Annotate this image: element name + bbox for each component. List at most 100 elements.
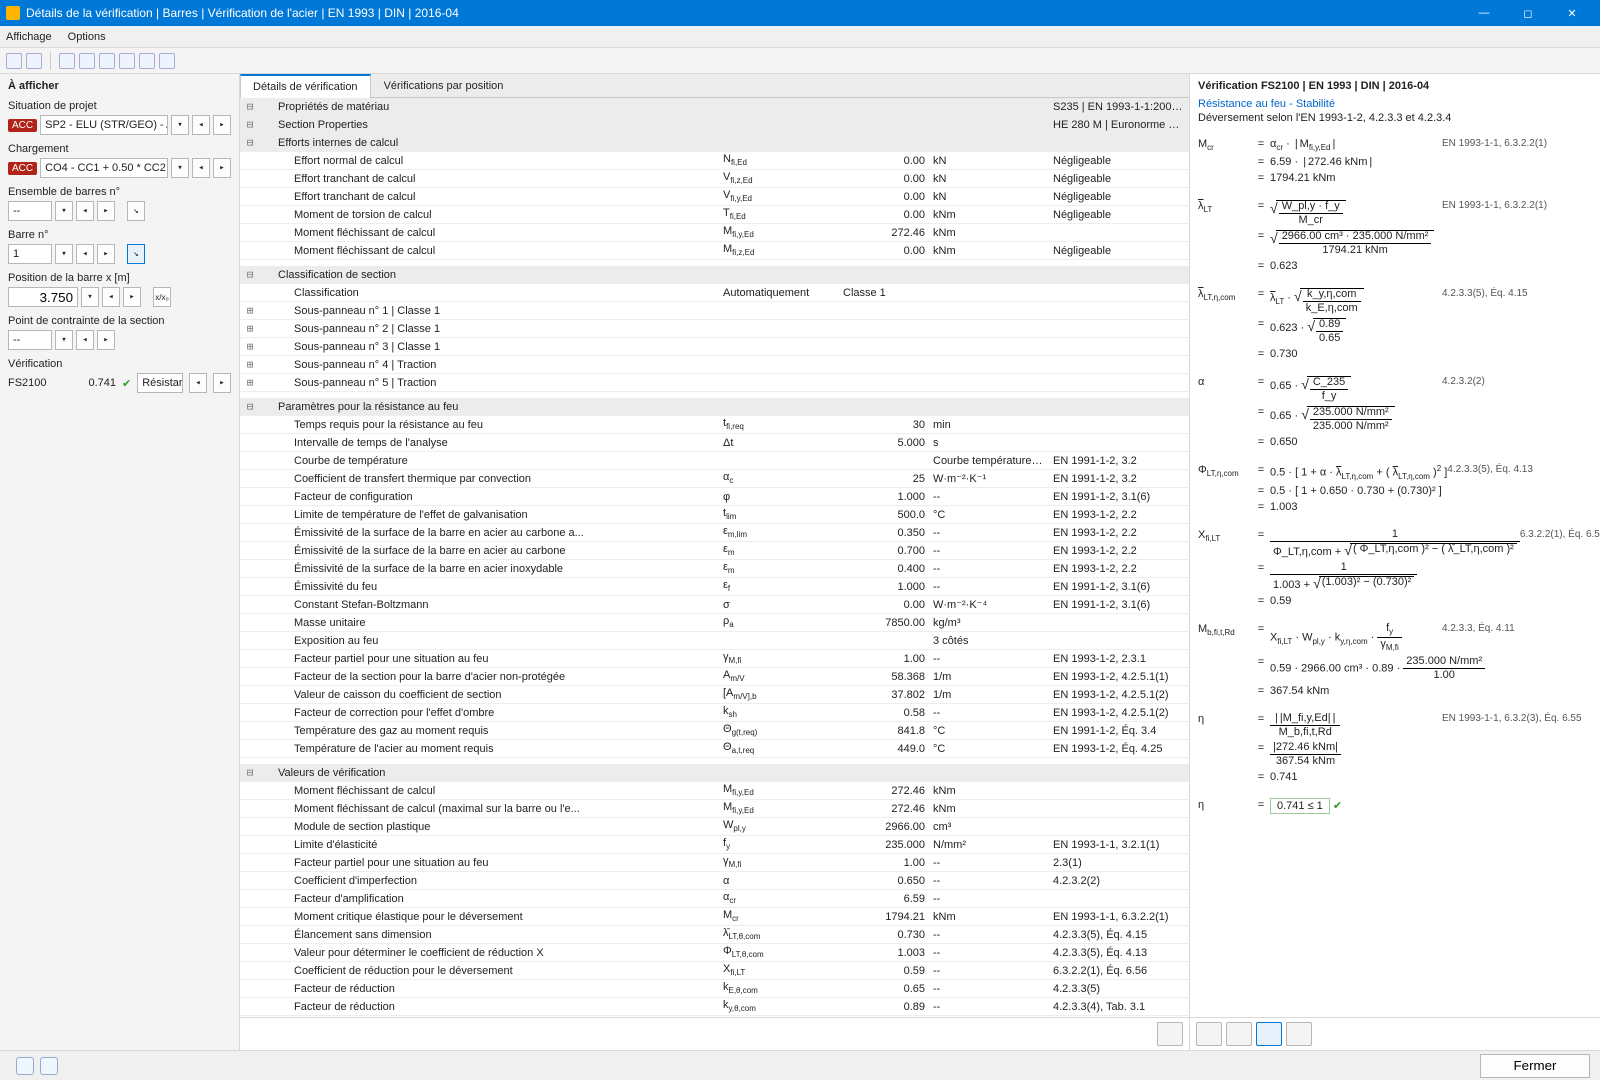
center-panel: Détails de vérification Vérifications pa… xyxy=(240,74,1190,1050)
row-ref: Négligeable xyxy=(1049,190,1189,204)
expander-icon[interactable]: ⊞ xyxy=(240,375,260,390)
pt-next[interactable]: ▸ xyxy=(97,330,115,350)
row-symbol: [Am/V],b xyxy=(719,686,839,702)
tool-icon-1[interactable] xyxy=(6,53,22,69)
ensemble-next[interactable]: ▸ xyxy=(97,201,115,221)
row-label: Sous-panneau n° 1 | Classe 1 xyxy=(260,304,1189,318)
ensemble-pick-icon[interactable]: ↘ xyxy=(127,201,145,221)
expander-icon[interactable]: ⊞ xyxy=(240,339,260,354)
row-ref: Négligeable xyxy=(1049,244,1189,258)
ensemble-label: Ensemble de barres n° xyxy=(8,186,231,198)
rp-icon-1[interactable] xyxy=(1196,1022,1222,1046)
row-symbol: εf xyxy=(719,578,839,594)
center-table[interactable]: ⊟Propriétés de matériauS235 | EN 1993-1-… xyxy=(240,98,1189,1017)
eq-rhs: 0.730 xyxy=(1270,348,1442,360)
expander-icon[interactable]: ⊞ xyxy=(240,357,260,372)
ensemble-prev[interactable]: ◂ xyxy=(76,201,94,221)
verif-code: FS2100 xyxy=(8,377,64,389)
pt-drop[interactable]: ▾ xyxy=(55,330,73,350)
tool-icon-3[interactable] xyxy=(59,53,75,69)
expander-icon[interactable]: ⊟ xyxy=(240,765,260,780)
posx-input[interactable] xyxy=(8,287,78,307)
rp-title: Vérification FS2100 | EN 1993 | DIN | 20… xyxy=(1190,74,1600,98)
status-icon-2[interactable] xyxy=(40,1057,58,1075)
barre-prev[interactable]: ◂ xyxy=(76,244,94,264)
row-value: 0.700 xyxy=(839,544,929,558)
verif-prev[interactable]: ◂ xyxy=(189,373,207,393)
app-icon xyxy=(6,6,20,20)
verif-next[interactable]: ▸ xyxy=(213,373,231,393)
expander-icon[interactable]: ⊞ xyxy=(240,321,260,336)
expander-icon[interactable]: ⊟ xyxy=(240,267,260,282)
rp-icon-2[interactable] xyxy=(1226,1022,1252,1046)
eq-ref: 4.2.3.2(2) xyxy=(1442,376,1592,387)
row-ref xyxy=(1049,826,1189,828)
tool-icon-5[interactable] xyxy=(99,53,115,69)
row-unit: kNm xyxy=(929,226,1049,240)
rp-icon-3[interactable] xyxy=(1256,1022,1282,1046)
row-value: 500.0 xyxy=(839,508,929,522)
situation-next[interactable]: ▸ xyxy=(213,115,231,135)
posx-next[interactable]: ▸ xyxy=(123,287,141,307)
fermer-button[interactable]: Fermer xyxy=(1480,1054,1590,1078)
posx-mode-icon[interactable]: x/x₀ xyxy=(153,287,171,307)
posx-drop[interactable]: ▾ xyxy=(81,287,99,307)
posx-prev[interactable]: ◂ xyxy=(102,287,120,307)
row-value: 272.46 xyxy=(839,226,929,240)
tool-icon-4[interactable] xyxy=(79,53,95,69)
ensemble-drop[interactable]: ▾ xyxy=(55,201,73,221)
close-button[interactable]: ✕ xyxy=(1550,0,1594,26)
row-ref: EN 1993-1-2, 2.2 xyxy=(1049,544,1189,558)
status-icon-1[interactable] xyxy=(16,1057,34,1075)
row-ref: EN 1993-1-2, 4.2.5.1(2) xyxy=(1049,706,1189,720)
row-unit: °C xyxy=(929,742,1049,756)
section-header-right: S235 | EN 1993-1-1:2005-05 xyxy=(1049,100,1189,114)
rp-print-icon[interactable] xyxy=(1286,1022,1312,1046)
row-value: 5.000 xyxy=(839,436,929,450)
menu-affichage[interactable]: Affichage xyxy=(6,31,52,43)
barre-drop[interactable]: ▾ xyxy=(55,244,73,264)
barre-next[interactable]: ▸ xyxy=(97,244,115,264)
minimize-button[interactable]: — xyxy=(1462,0,1506,26)
ensemble-combo[interactable]: -- xyxy=(8,201,52,221)
expander-icon[interactable]: ⊟ xyxy=(240,135,260,150)
center-print-icon[interactable] xyxy=(1157,1022,1183,1046)
expander-icon[interactable]: ⊞ xyxy=(240,303,260,318)
chargement-combo[interactable]: CO4 - CC1 + 0.50 * CC2 xyxy=(40,158,168,178)
row-value: 0.00 xyxy=(839,208,929,222)
row-label: Facteur d'amplification xyxy=(260,892,719,906)
tool-icon-2[interactable] xyxy=(26,53,42,69)
barre-combo[interactable]: 1 xyxy=(8,244,52,264)
row-label: Moment fléchissant de calcul (maximal su… xyxy=(260,802,719,816)
situation-drop[interactable]: ▾ xyxy=(171,115,189,135)
maximize-button[interactable]: ◻ xyxy=(1506,0,1550,26)
tool-icon-7[interactable] xyxy=(139,53,155,69)
row-unit: kN xyxy=(929,154,1049,168)
eq-rhs: 0.623 · 0.890.65 xyxy=(1270,318,1442,344)
row-value: 37.802 xyxy=(839,688,929,702)
expander-icon[interactable]: ⊟ xyxy=(240,117,260,132)
verif-desc[interactable]: Résistance au ... xyxy=(137,373,183,393)
pt-combo[interactable]: -- xyxy=(8,330,52,350)
expander-icon[interactable]: ⊟ xyxy=(240,399,260,414)
eq-ref: EN 1993-1-1, 6.3.2.2(1) xyxy=(1442,138,1592,149)
row-unit: -- xyxy=(929,562,1049,576)
footer: Fermer xyxy=(0,1050,1600,1080)
menu-options[interactable]: Options xyxy=(68,31,106,43)
chargement-prev[interactable]: ◂ xyxy=(192,158,210,178)
expander-icon[interactable]: ⊟ xyxy=(240,99,260,114)
row-ref xyxy=(1049,790,1189,792)
tool-icon-8[interactable] xyxy=(159,53,175,69)
chargement-next[interactable]: ▸ xyxy=(213,158,231,178)
equation-area[interactable]: Mcr=αcr · |Mfi,y,Ed|EN 1993-1-1, 6.3.2.2… xyxy=(1190,134,1600,1017)
row-label: Coefficient d'imperfection xyxy=(260,874,719,888)
situation-combo[interactable]: SP2 - ELU (STR/GEO) - Accident... xyxy=(40,115,168,135)
tool-icon-6[interactable] xyxy=(119,53,135,69)
situation-prev[interactable]: ◂ xyxy=(192,115,210,135)
tab-positions[interactable]: Vérifications par position xyxy=(371,74,517,97)
barre-pick-icon[interactable]: ↘ xyxy=(127,244,145,264)
eq-rhs: 0.5 · [ 1 + α · λLT,η,com + ( λLT,η,com … xyxy=(1270,464,1447,481)
chargement-drop[interactable]: ▾ xyxy=(171,158,189,178)
pt-prev[interactable]: ◂ xyxy=(76,330,94,350)
tab-details[interactable]: Détails de vérification xyxy=(240,74,371,98)
